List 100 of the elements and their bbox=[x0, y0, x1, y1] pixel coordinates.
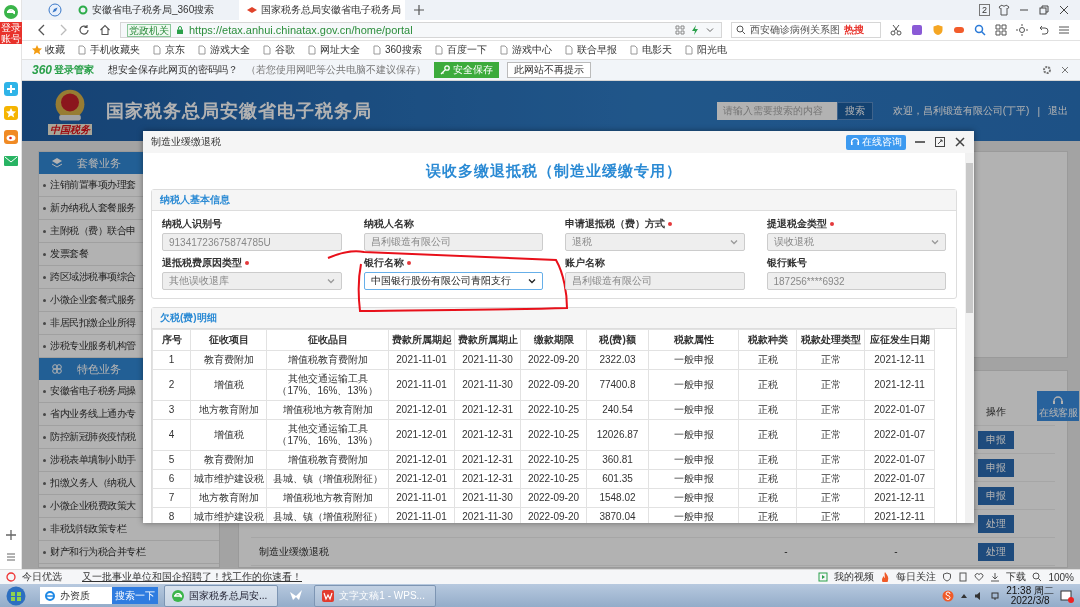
table-cell: 240.54 bbox=[586, 400, 649, 420]
bookmark-link[interactable]: 游戏大全 bbox=[197, 43, 250, 57]
bookmark-link[interactable]: 收藏 bbox=[32, 43, 65, 57]
status-item[interactable]: 我的视频 bbox=[834, 570, 875, 585]
table-cell: 地方教育附加 bbox=[190, 400, 267, 420]
menu-item[interactable]: 扣缴义务人（纳税人 bbox=[50, 476, 136, 490]
field-label: 退抵税费原因类型 bbox=[162, 256, 242, 270]
menu-item[interactable]: 跨区域涉税事项综合 bbox=[50, 270, 136, 284]
bookmark-link[interactable]: 360搜索 bbox=[372, 43, 422, 57]
menu-item[interactable]: 非居民扣缴企业所得 bbox=[50, 316, 136, 330]
search-field[interactable]: 办资质 bbox=[40, 587, 112, 604]
table-cell: 其他交通运输工具（17%、16%、13%） bbox=[266, 369, 389, 401]
bookmark-link[interactable]: 谷歌 bbox=[262, 43, 295, 57]
action-button[interactable]: 申报 bbox=[978, 486, 1014, 505]
search-button[interactable]: 搜索一下 bbox=[112, 587, 158, 604]
separator: | bbox=[1037, 105, 1040, 117]
logo-text: 中国税务 bbox=[48, 123, 92, 135]
status-item[interactable]: 100% bbox=[1048, 571, 1074, 583]
menu-item[interactable]: 防控新冠肺炎疫情税 bbox=[50, 430, 136, 444]
account-label[interactable]: 登录账号 bbox=[0, 22, 22, 44]
section-title: 欠税(费)明细 bbox=[160, 311, 217, 325]
table-cell: 一般申报 bbox=[648, 369, 739, 401]
column-header: 税款处理类型 bbox=[796, 329, 865, 351]
bookmark-link[interactable]: 阳光电 bbox=[683, 43, 727, 57]
bookmark-link[interactable]: 电影天 bbox=[628, 43, 672, 57]
action-button[interactable]: 申报 bbox=[978, 458, 1014, 477]
menu-item[interactable]: 小微企业套餐式服务 bbox=[50, 293, 136, 307]
table-cell: 教育费附加 bbox=[190, 450, 267, 470]
table-cell: 8 bbox=[152, 507, 191, 523]
menu-item[interactable]: 省内业务线上通办专 bbox=[50, 407, 136, 421]
table-cell: 2 bbox=[152, 369, 191, 401]
menu-item[interactable]: 主附税（费）联合申 bbox=[50, 224, 136, 238]
table-cell: 正税 bbox=[738, 469, 797, 489]
table-cell: 2021-12-01 bbox=[388, 419, 455, 451]
column-header: 征收项目 bbox=[190, 329, 267, 351]
search-field[interactable]: 西安确诊病例关系图 热搜 bbox=[731, 22, 881, 38]
table-cell: 增值税 bbox=[190, 419, 267, 451]
table-cell: 2322.03 bbox=[586, 350, 649, 370]
table-cell: - bbox=[784, 546, 788, 557]
table-cell: 7 bbox=[152, 488, 191, 508]
menu-item[interactable]: 涉税表单填制小助手 bbox=[50, 453, 136, 467]
field-label: 银行账号 bbox=[766, 256, 807, 270]
status-item[interactable]: 下载 bbox=[1006, 570, 1027, 585]
table-cell: 增值税地方教育附加 bbox=[266, 400, 389, 420]
menu-item[interactable]: 安徽省电子税务局操 bbox=[50, 384, 136, 398]
bookmark-link[interactable]: 京东 bbox=[152, 43, 185, 57]
table-cell: 制造业缓缴退税 bbox=[259, 545, 329, 557]
tab-count[interactable]: 2 bbox=[979, 4, 990, 16]
table-cell: 正常 bbox=[796, 488, 865, 508]
table-cell: 县城、镇（增值税附征） bbox=[266, 469, 389, 489]
bookmark-link[interactable]: 游戏中心 bbox=[498, 43, 552, 57]
bookmark-link[interactable]: 百度一下 bbox=[433, 43, 487, 57]
table-cell: 2021-12-01 bbox=[388, 400, 455, 420]
brand-name: 登录管家 bbox=[54, 63, 95, 77]
browser-tab[interactable]: 国家税务总局安徽省电子税务局 bbox=[239, 0, 405, 20]
address-bar[interactable]: 党政机关 https://etax.anhui.chinatax.gov.cn/home/portal bbox=[120, 22, 722, 38]
status-label[interactable]: 今日优选 bbox=[22, 570, 62, 585]
table-cell: 2021-12-31 bbox=[454, 419, 521, 451]
bookmark-link[interactable]: 手机收藏夹 bbox=[77, 43, 140, 57]
column-header: 应征发生日期 bbox=[864, 329, 935, 351]
action-button[interactable]: 处理 bbox=[978, 514, 1014, 533]
menu-item[interactable]: 发票套餐 bbox=[50, 247, 88, 261]
table-cell: 2022-10-25 bbox=[520, 450, 587, 470]
clock-time[interactable]: 21:38 周二 bbox=[1006, 585, 1054, 596]
status-item[interactable]: 每日关注 bbox=[896, 570, 937, 585]
clock-date[interactable]: 2022/3/8 bbox=[1010, 595, 1050, 606]
table-cell: 2021-12-31 bbox=[454, 450, 521, 470]
menu-item[interactable]: 新办纳税人套餐服务 bbox=[50, 201, 136, 215]
dismiss-button[interactable]: 此网站不再提示 bbox=[507, 62, 592, 78]
news-link[interactable]: 又一批事业单位和国企招聘了！找工作的你速看！ bbox=[82, 570, 302, 585]
menu-item[interactable]: 涉税专业服务机构管 bbox=[50, 339, 136, 353]
table-cell: 城市维护建设税 bbox=[190, 469, 267, 489]
bookmark-link[interactable]: 联合早报 bbox=[563, 43, 617, 57]
field-label: 申请退抵税（费）方式 bbox=[565, 217, 665, 231]
menu-item[interactable]: 非税划转政策专栏 bbox=[50, 522, 126, 536]
table-cell: 2021-12-01 bbox=[388, 469, 455, 489]
table-cell: 2021-12-11 bbox=[864, 350, 935, 370]
action-button[interactable]: 处理 bbox=[978, 542, 1014, 561]
table-cell: 360.81 bbox=[586, 450, 649, 470]
dialog-title: 制造业缓缴退税 bbox=[151, 135, 221, 149]
search-button[interactable]: 搜索 bbox=[836, 102, 873, 120]
taskbar-item[interactable]: 国家税务总局安... bbox=[164, 584, 279, 607]
menu-item[interactable]: 注销前置事项办理套 bbox=[50, 178, 136, 192]
table-cell: 2021-11-01 bbox=[388, 350, 455, 370]
menu-item[interactable]: 小微企业税费政策大 bbox=[50, 499, 136, 513]
table-cell: 一般申报 bbox=[648, 450, 739, 470]
prompt-note: （若您使用网吧等公共电脑不建议保存） bbox=[246, 63, 427, 77]
action-button[interactable]: 申报 bbox=[978, 430, 1014, 449]
bookmark-link[interactable]: 网址大全 bbox=[307, 43, 360, 57]
welcome-text: 欢迎，昌利锻造有限公司(丁平) bbox=[892, 104, 1030, 118]
url-text: https://etax.anhui.chinatax.gov.cn/home/portal bbox=[189, 24, 413, 36]
select-field[interactable]: 中国银行股份有限公司青阳支行 bbox=[363, 272, 543, 290]
logout-link[interactable]: 退出 bbox=[1048, 104, 1068, 118]
table-cell: 正常 bbox=[796, 450, 865, 470]
menu-item[interactable]: 财产和行为税合并专栏 bbox=[50, 545, 145, 559]
table-cell: 2022-01-07 bbox=[864, 450, 935, 470]
table-cell: 2022-01-07 bbox=[864, 419, 935, 451]
field-label: 账户名称 bbox=[565, 256, 605, 270]
brand-number: 360 bbox=[32, 63, 53, 77]
browser-tab[interactable]: 安徽省电子税务局_360搜索 bbox=[70, 0, 231, 20]
